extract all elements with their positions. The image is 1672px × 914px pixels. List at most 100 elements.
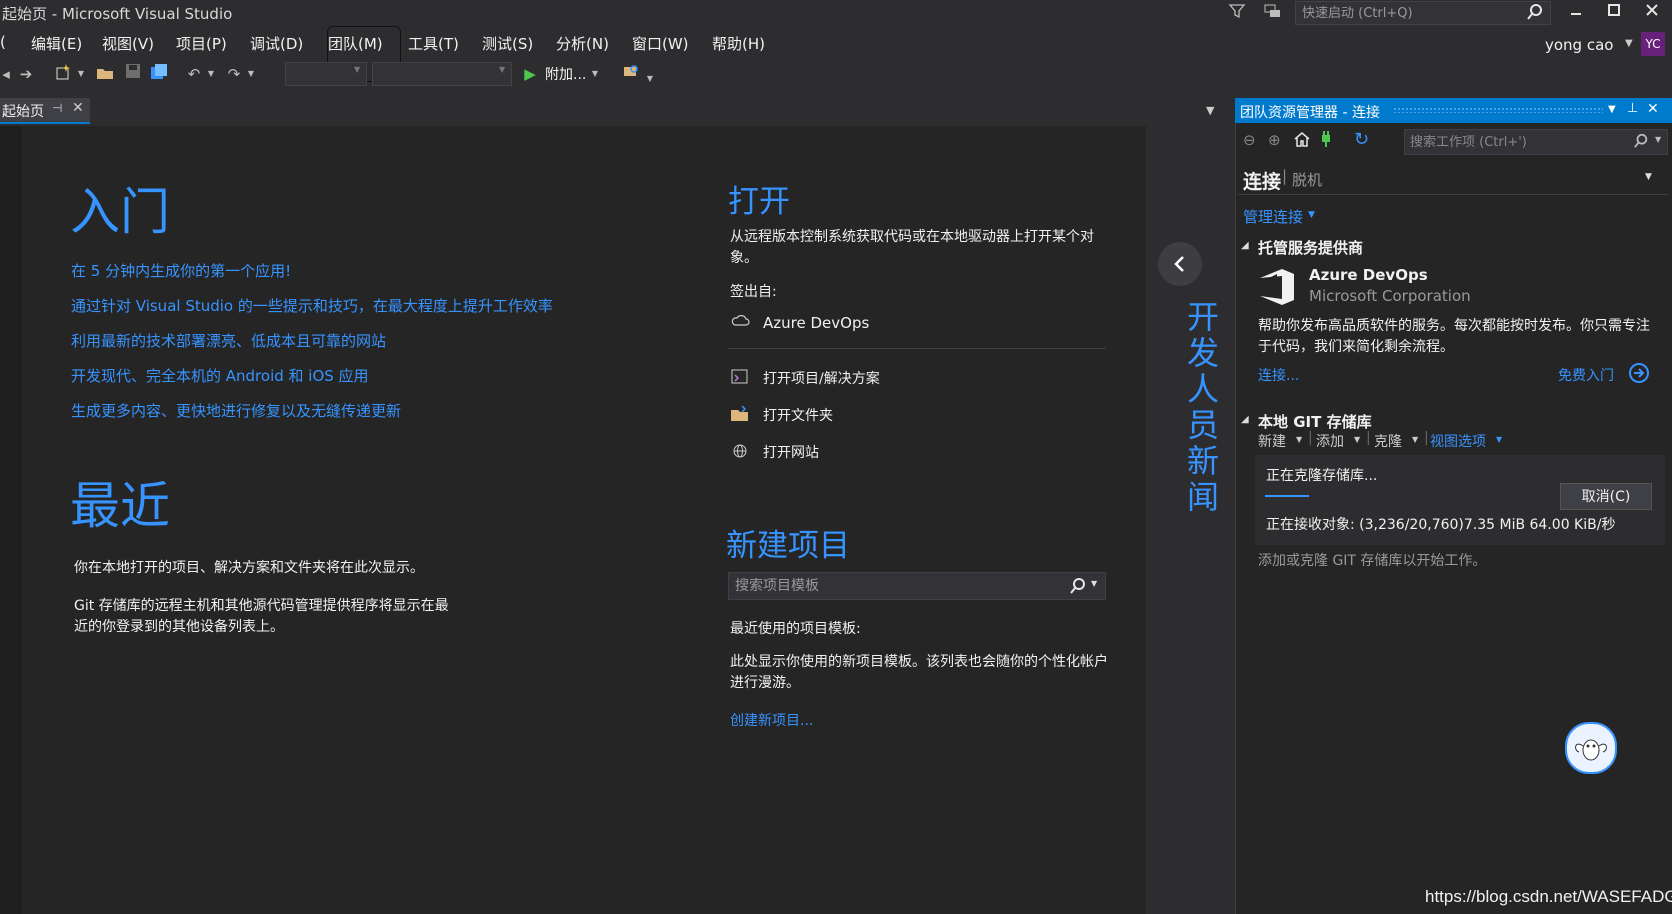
git-clone-action[interactable]: 克隆 bbox=[1374, 431, 1402, 451]
menu-debug[interactable]: 调试(D) bbox=[250, 33, 303, 54]
pin-icon[interactable]: ⊥ bbox=[1627, 101, 1638, 116]
get-started-link[interactable]: 通过针对 Visual Studio 的一些提示和技巧，在最大程度上提升工作效率 bbox=[71, 295, 553, 316]
save-icon[interactable] bbox=[122, 63, 144, 85]
new-project-chevron-icon[interactable]: ▼ bbox=[76, 63, 86, 85]
git-new-action[interactable]: 新建 bbox=[1258, 431, 1286, 451]
menu-analyze[interactable]: 分析(N) bbox=[556, 33, 609, 54]
open-folder-link[interactable]: 打开文件夹 bbox=[763, 405, 833, 425]
redo-icon[interactable]: ↷ bbox=[224, 63, 244, 85]
git-view-options-action[interactable]: 视图选项 bbox=[1430, 431, 1486, 451]
panel-menu-chevron-icon[interactable]: ▼ bbox=[1608, 104, 1616, 115]
avatar[interactable]: YC bbox=[1641, 32, 1665, 56]
work-item-search-box[interactable]: ▼ bbox=[1404, 129, 1668, 155]
search-options-chevron-icon[interactable]: ▼ bbox=[1091, 579, 1097, 588]
git-add-action[interactable]: 添加 bbox=[1316, 431, 1344, 451]
back-icon[interactable]: ⊖ bbox=[1243, 131, 1256, 149]
refresh-icon[interactable]: ↻ bbox=[1354, 129, 1369, 150]
watermark: https://blog.csdn.net/WASEFADG bbox=[1425, 887, 1672, 906]
manage-connections-link[interactable]: 管理连接 bbox=[1243, 206, 1303, 227]
cancel-clone-button[interactable]: 取消(C) bbox=[1560, 483, 1652, 510]
search-icon[interactable] bbox=[1633, 133, 1649, 153]
create-new-project-link[interactable]: 创建新项目... bbox=[730, 710, 813, 730]
menu-test[interactable]: 测试(S) bbox=[482, 33, 533, 54]
start-debug-icon[interactable]: ▶ bbox=[520, 63, 540, 85]
close-icon[interactable]: ✕ bbox=[1647, 101, 1659, 117]
pin-icon[interactable]: ⊣ bbox=[52, 101, 62, 115]
developer-news-label[interactable]: 开发人员新闻 bbox=[1182, 300, 1220, 516]
home-icon[interactable] bbox=[1293, 130, 1311, 152]
get-started-link[interactable]: 在 5 分钟内生成你的第一个应用! bbox=[71, 260, 291, 281]
platform-dropdown[interactable]: ▼ bbox=[372, 62, 512, 86]
open-heading: 打开 bbox=[728, 184, 790, 220]
close-window-button[interactable] bbox=[1634, 0, 1670, 26]
save-all-icon[interactable] bbox=[148, 63, 170, 85]
close-tab-icon[interactable]: ✕ bbox=[72, 100, 84, 116]
user-name[interactable]: yong cao bbox=[1545, 36, 1613, 54]
feedback-icon[interactable] bbox=[1263, 2, 1283, 24]
offline-label[interactable]: 脱机 bbox=[1292, 169, 1322, 190]
undo-chevron-icon[interactable]: ▼ bbox=[206, 63, 216, 85]
chevron-down-icon[interactable]: ▼ bbox=[1296, 435, 1302, 444]
maximize-button[interactable] bbox=[1596, 0, 1632, 26]
news-collapse-button[interactable] bbox=[1158, 242, 1202, 286]
menu-tools[interactable]: 工具(T) bbox=[408, 33, 459, 54]
attach-button[interactable]: 附加... bbox=[545, 64, 586, 84]
connect-link[interactable]: 连接... bbox=[1258, 365, 1299, 385]
search-options-chevron-icon[interactable]: ▼ bbox=[1655, 135, 1661, 144]
get-started-link[interactable]: 生成更多内容、更快地进行修复以及无缝传递更新 bbox=[71, 400, 401, 421]
menu-window[interactable]: 窗口(W) bbox=[632, 33, 689, 54]
undo-icon[interactable]: ↶ bbox=[184, 63, 204, 85]
search-icon[interactable] bbox=[1069, 577, 1087, 599]
forward-icon[interactable]: ⊕ bbox=[1268, 131, 1281, 149]
toolbar-overflow-icon[interactable]: ▼ bbox=[644, 68, 656, 90]
chevron-down-icon[interactable]: ▼ bbox=[1496, 435, 1502, 444]
quick-launch-box[interactable] bbox=[1295, 1, 1551, 25]
assistant-bird-icon[interactable] bbox=[1565, 722, 1617, 774]
search-icon[interactable] bbox=[1526, 3, 1544, 25]
header-separator: | bbox=[1282, 167, 1288, 185]
action-separator: | bbox=[1424, 430, 1429, 446]
window-title: 起始页 - Microsoft Visual Studio bbox=[2, 5, 233, 23]
minimize-button[interactable] bbox=[1558, 0, 1594, 26]
tab-overflow-chevron-icon[interactable]: ▼ bbox=[1206, 104, 1214, 117]
filter-icon[interactable] bbox=[1228, 2, 1246, 24]
solution-config-dropdown[interactable]: ▼ bbox=[285, 62, 367, 86]
get-started-link[interactable]: 开发现代、完全本机的 Android 和 iOS 应用 bbox=[71, 365, 369, 386]
user-menu-chevron-icon[interactable]: ▼ bbox=[1625, 38, 1633, 49]
connect-header: 连接 bbox=[1243, 171, 1282, 193]
menu-edit[interactable]: 编辑(E) bbox=[31, 33, 82, 54]
chevron-down-icon[interactable]: ▼ bbox=[1354, 435, 1360, 444]
attach-chevron-icon[interactable]: ▼ bbox=[590, 63, 600, 85]
collapse-triangle-icon[interactable]: ◢ bbox=[1241, 240, 1249, 251]
forward-icon[interactable]: ➔ bbox=[16, 63, 36, 85]
new-project-icon[interactable] bbox=[52, 63, 74, 85]
menu-file[interactable]: ( bbox=[0, 33, 6, 51]
find-in-files-icon[interactable] bbox=[620, 63, 642, 85]
tab-start-page-label[interactable]: 起始页 bbox=[2, 101, 44, 121]
quick-launch-input[interactable] bbox=[1296, 2, 1522, 24]
menu-view[interactable]: 视图(V) bbox=[102, 33, 154, 54]
get-started-link[interactable]: 利用最新的技术部署漂亮、低成本且可靠的网站 bbox=[71, 330, 386, 351]
header-chevron-icon[interactable]: ▼ bbox=[1645, 172, 1652, 182]
menu-project[interactable]: 项目(P) bbox=[176, 33, 227, 54]
template-search-input[interactable] bbox=[729, 573, 1065, 599]
arrow-right-circle-icon[interactable] bbox=[1628, 362, 1650, 388]
manage-connections-chevron-icon[interactable]: ▼ bbox=[1308, 210, 1315, 220]
connect-plug-icon[interactable] bbox=[1318, 130, 1334, 152]
template-search-box[interactable]: ▼ bbox=[728, 572, 1106, 600]
open-website-link[interactable]: 打开网站 bbox=[763, 442, 819, 462]
work-item-search-input[interactable] bbox=[1405, 130, 1640, 154]
checkout-azure-devops[interactable]: Azure DevOps bbox=[763, 314, 869, 332]
local-git-section[interactable]: 本地 GIT 存储库 bbox=[1258, 411, 1372, 432]
chevron-down-icon[interactable]: ▼ bbox=[1412, 435, 1418, 444]
open-file-icon[interactable] bbox=[94, 63, 116, 85]
open-project-link[interactable]: 打开项目/解决方案 bbox=[763, 368, 880, 388]
provider-company: Microsoft Corporation bbox=[1309, 287, 1471, 305]
open-description: 从远程版本控制系统获取代码或在本地驱动器上打开某个对象。 bbox=[730, 229, 1094, 266]
hosted-providers-section[interactable]: 托管服务提供商 bbox=[1258, 237, 1363, 258]
back-icon[interactable]: ◂ bbox=[0, 63, 12, 85]
collapse-triangle-icon[interactable]: ◢ bbox=[1241, 414, 1249, 425]
redo-chevron-icon[interactable]: ▼ bbox=[246, 63, 256, 85]
free-start-link[interactable]: 免费入门 bbox=[1558, 365, 1614, 385]
menu-help[interactable]: 帮助(H) bbox=[712, 33, 765, 54]
